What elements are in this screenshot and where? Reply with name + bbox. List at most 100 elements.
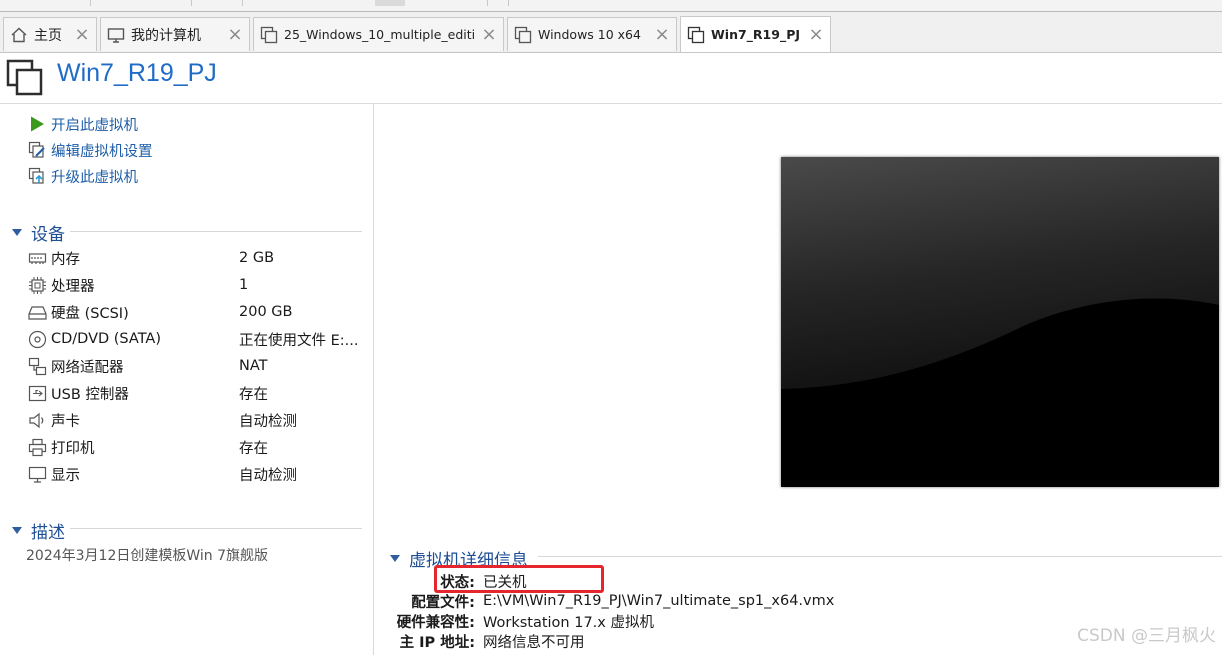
device-value: 自动检测 [239, 413, 297, 430]
device-name: CD/DVD (SATA) [51, 331, 162, 347]
tab-bar: 主页 × 我的计算机 × 25_Windows_10_multiple_edit… [0, 12, 1222, 53]
power-on-vm-link[interactable]: 开启此虚拟机 [28, 113, 138, 135]
tab-home[interactable]: 主页 × [3, 17, 97, 51]
action-label: 编辑虚拟机设置 [51, 143, 153, 160]
collapse-triangle-icon[interactable] [12, 229, 22, 236]
detail-label: 硬件兼容性: [396, 614, 475, 631]
detail-row-hardware-compatibility: 硬件兼容性: Workstation 17.x 虚拟机 [380, 611, 654, 631]
device-row-network-adapter[interactable]: 网络适配器 NAT [28, 354, 368, 378]
close-icon[interactable]: × [808, 25, 824, 43]
device-value: 正在使用文件 E:... [239, 332, 359, 349]
device-value: 自动检测 [239, 467, 297, 484]
section-title: 描述 [31, 523, 65, 543]
device-name: USB 控制器 [51, 386, 129, 403]
tab-label: 我的计算机 [131, 27, 201, 44]
tab-windows10-multiple[interactable]: 25_Windows_10_multiple_editi... × [253, 17, 504, 51]
detail-row-primary-ip: 主 IP 地址: 网络信息不可用 [380, 631, 585, 651]
vm-icon [687, 26, 705, 43]
device-row-cd-dvd[interactable]: CD/DVD (SATA) 正在使用文件 E:... [28, 327, 368, 351]
device-name: 网络适配器 [51, 359, 124, 376]
device-value: 200 GB [239, 304, 293, 320]
close-icon[interactable]: × [654, 25, 670, 43]
edit-vm-settings-link[interactable]: 编辑虚拟机设置 [28, 139, 153, 161]
collapse-triangle-icon[interactable] [12, 527, 22, 534]
annotation-highlight-box [434, 565, 604, 593]
upgrade-icon [28, 167, 44, 184]
device-value: 2 GB [239, 250, 275, 266]
tab-windows10-x64[interactable]: Windows 10 x64 × [507, 17, 677, 51]
close-icon[interactable]: × [74, 25, 90, 43]
collapse-triangle-icon[interactable] [390, 555, 400, 562]
action-label: 升级此虚拟机 [51, 169, 138, 186]
tab-label: 主页 [34, 27, 62, 44]
upgrade-vm-link[interactable]: 升级此虚拟机 [28, 165, 138, 187]
strip-segment [91, 0, 192, 6]
edit-settings-icon [28, 141, 45, 158]
strip-segment [192, 0, 243, 6]
detail-label: 配置文件: [411, 594, 475, 611]
section-divider [538, 556, 1222, 557]
device-row-hard-disk[interactable]: 硬盘 (SCSI) 200 GB [28, 300, 368, 324]
device-value: 存在 [239, 386, 268, 403]
device-name: 处理器 [51, 278, 95, 295]
device-name: 显示 [51, 467, 80, 484]
vm-icon [260, 26, 278, 43]
device-name: 打印机 [51, 440, 95, 457]
tab-label: Windows 10 x64 [538, 27, 641, 42]
display-icon [28, 466, 47, 483]
cd-dvd-icon [28, 330, 47, 348]
tab-win7-r19-pj[interactable]: Win7_R19_PJ × [680, 16, 831, 52]
section-title: 设备 [31, 225, 65, 245]
play-icon [31, 116, 44, 132]
device-value: NAT [239, 358, 268, 374]
memory-icon [28, 252, 47, 264]
tab-my-computer[interactable]: 我的计算机 × [100, 17, 250, 51]
computer-icon [107, 27, 125, 43]
device-row-processor[interactable]: 处理器 1 [28, 273, 368, 297]
preview-graphic [781, 157, 1219, 487]
detail-row-config-file: 配置文件: E:\VM\Win7_R19_PJ\Win7_ultimate_sp… [380, 591, 834, 611]
strip-segment [0, 0, 91, 6]
detail-value: E:\VM\Win7_R19_PJ\Win7_ultimate_sp1_x64.… [483, 593, 835, 609]
device-value: 存在 [239, 440, 268, 457]
speaker-icon [29, 412, 44, 428]
tab-label: Win7_R19_PJ [711, 27, 801, 42]
watermark: CSDN @三月枫火 [1077, 626, 1216, 646]
strip-scroll-knob[interactable] [375, 0, 405, 6]
device-name: 声卡 [51, 413, 80, 430]
hard-disk-icon [28, 305, 47, 320]
device-name: 内存 [51, 251, 80, 268]
left-panel: 开启此虚拟机 编辑虚拟机设置 升级此虚拟机 设备 内存 2 GB 处理器 1 硬… [0, 104, 374, 655]
vm-icon [6, 59, 43, 96]
description-section-toggle[interactable]: 描述 [12, 518, 65, 543]
device-value: 1 [239, 277, 249, 293]
home-icon [11, 27, 27, 42]
close-icon[interactable]: × [481, 25, 497, 43]
devices-section-toggle[interactable]: 设备 [12, 220, 65, 245]
usb-icon [28, 385, 47, 401]
section-divider [70, 528, 362, 529]
action-label: 开启此虚拟机 [51, 117, 138, 134]
device-row-usb-controller[interactable]: USB 控制器 存在 [28, 381, 368, 405]
tab-label: 25_Windows_10_multiple_editi... [284, 27, 475, 42]
detail-label: 主 IP 地址: [399, 634, 475, 651]
cpu-icon [29, 276, 46, 294]
strip-segment [488, 0, 509, 6]
detail-value: 网络信息不可用 [483, 634, 585, 651]
network-adapter-icon [28, 357, 47, 375]
close-icon[interactable]: × [227, 25, 243, 43]
vm-preview-thumbnail[interactable] [781, 157, 1219, 487]
vm-icon [514, 26, 532, 43]
device-row-sound-card[interactable]: 声卡 自动检测 [28, 408, 368, 432]
printer-icon [28, 438, 47, 456]
device-row-memory[interactable]: 内存 2 GB [28, 246, 368, 270]
device-row-display[interactable]: 显示 自动检测 [28, 462, 368, 486]
device-row-printer[interactable]: 打印机 存在 [28, 435, 368, 459]
vm-header: Win7_R19_PJ [0, 53, 1222, 104]
detail-value: Workstation 17.x 虚拟机 [483, 614, 654, 631]
vm-description: 2024年3月12日创建模板Win 7旗舰版 [26, 548, 269, 564]
page-title: Win7_R19_PJ [57, 59, 217, 87]
strip-segment [407, 0, 488, 6]
device-name: 硬盘 (SCSI) [51, 305, 129, 322]
section-divider [70, 231, 362, 232]
